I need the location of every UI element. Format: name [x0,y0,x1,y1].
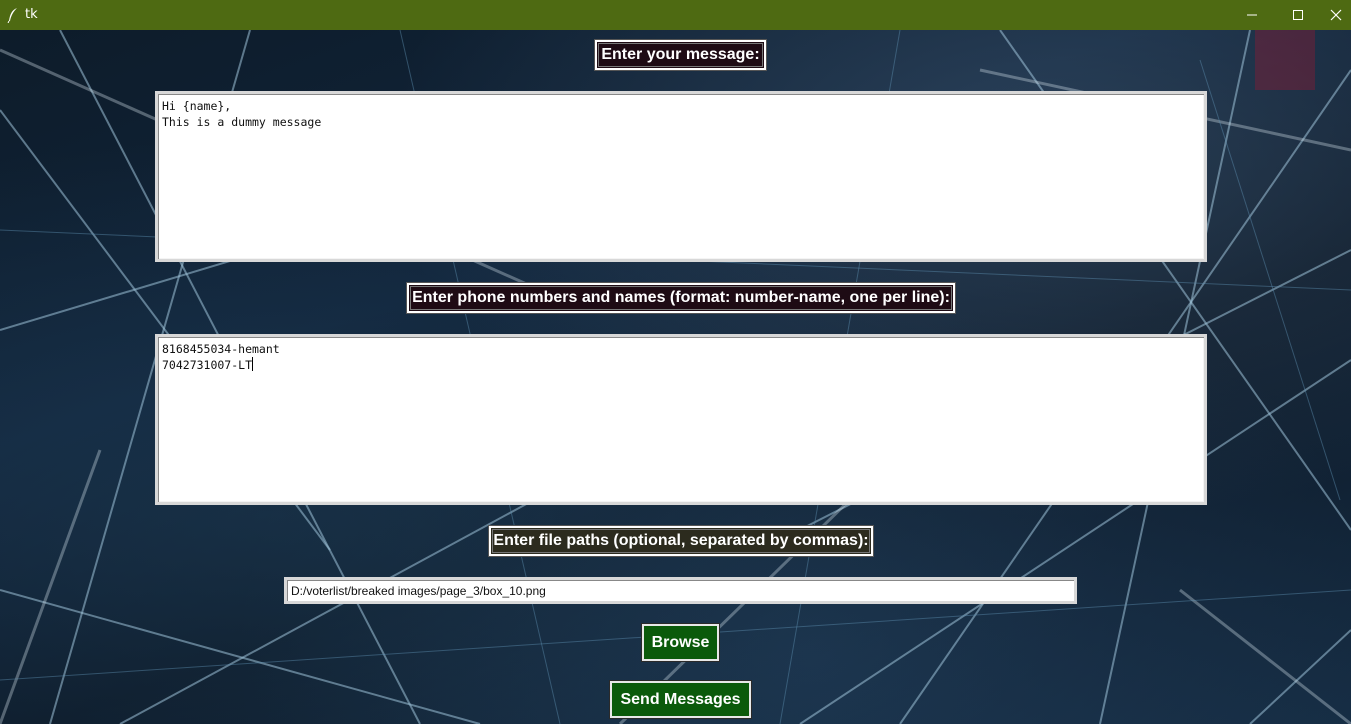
close-button[interactable] [1321,0,1351,30]
phone-line: 7042731007-LT [162,358,253,372]
phones-textarea[interactable]: 8168455034-hemant 7042731007-LT [155,334,1207,505]
phones-label: Enter phone numbers and names (format: n… [406,282,956,314]
browse-button[interactable]: Browse [641,623,720,662]
message-line: This is a dummy message [162,115,322,129]
window-title: tk [25,7,38,22]
message-textarea[interactable]: Hi {name}, This is a dummy message [155,91,1207,262]
minimize-icon [1247,14,1257,16]
send-messages-button[interactable]: Send Messages [609,680,752,719]
phones-label-text: Enter phone numbers and names (format: n… [412,289,950,306]
phone-line: 8168455034-hemant [162,342,280,356]
title-bar[interactable]: tk [0,0,1351,30]
minimize-button[interactable] [1229,0,1275,30]
file-paths-input[interactable]: D:/voterlist/breaked images/page_3/box_1… [284,577,1077,604]
file-paths-label-text: Enter file paths (optional, separated by… [493,532,869,549]
maximize-button[interactable] [1275,0,1321,30]
app-window: tk Enter your message: Hi {name}, This i… [0,0,1351,724]
close-icon [1330,9,1342,21]
phone-line-with-cursor: 7042731007-LT [162,357,1200,373]
maximize-icon [1293,10,1303,20]
text-cursor [252,357,254,371]
message-line: Hi {name}, [162,99,232,113]
message-label: Enter your message: [594,39,767,71]
message-label-text: Enter your message: [601,46,760,63]
feather-icon [7,8,17,23]
file-paths-label: Enter file paths (optional, separated by… [488,525,874,557]
